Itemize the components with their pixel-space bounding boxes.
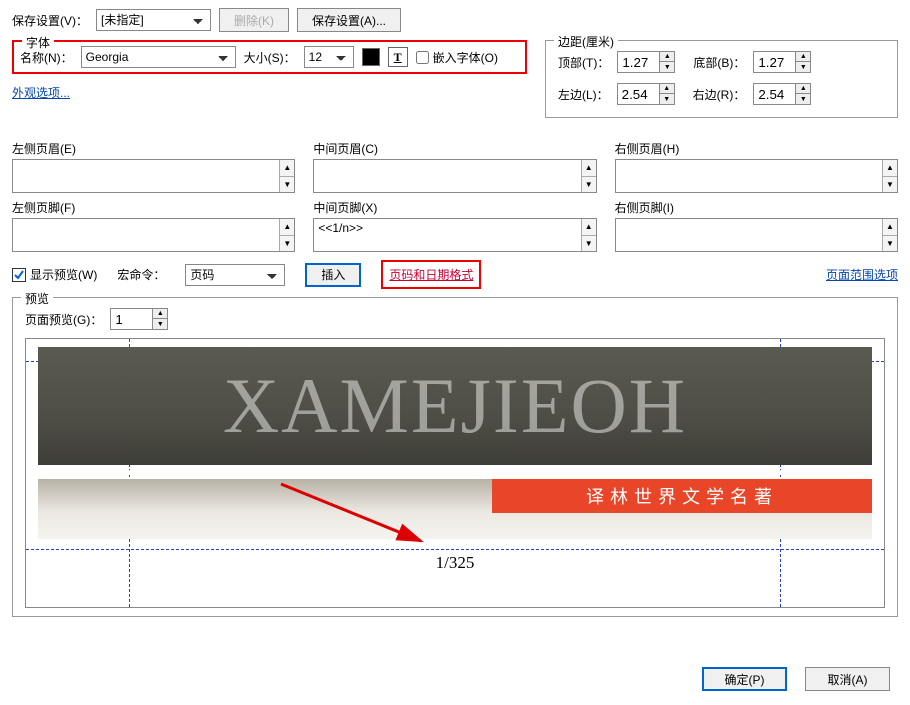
margin-right-spinner[interactable]: ▲▼ bbox=[753, 83, 811, 105]
tear-edge bbox=[38, 465, 872, 475]
dialog-buttons: 确定(P) 取消(A) bbox=[702, 667, 890, 691]
preview-header-image: XAMEJIEOH bbox=[38, 347, 872, 465]
appearance-options-link[interactable]: 外观选项... bbox=[12, 86, 70, 100]
margins-fieldset: 边距(厘米) 顶部(T)： ▲▼ 底部(B)： ▲▼ 左边(L)： bbox=[545, 40, 898, 118]
save-as-button[interactable]: 保存设置(A)... bbox=[297, 8, 401, 32]
ok-button[interactable]: 确定(P) bbox=[702, 667, 787, 691]
preview-banner: 译林世界文学名著 bbox=[492, 479, 872, 513]
right-footer-label: 右侧页脚(I) bbox=[615, 199, 898, 216]
spin-up-icon[interactable]: ▲ bbox=[796, 52, 810, 62]
margin-bottom-label: 底部(B)： bbox=[693, 54, 745, 71]
margin-left-label: 左边(L)： bbox=[558, 86, 609, 103]
margin-top-spinner[interactable]: ▲▼ bbox=[617, 51, 675, 73]
spin-up-icon[interactable]: ▲ bbox=[883, 160, 897, 177]
right-header-label: 右侧页眉(H) bbox=[615, 140, 898, 157]
margins-legend: 边距(厘米) bbox=[554, 33, 618, 50]
macro-select[interactable]: 页码 bbox=[185, 264, 285, 286]
spin-up-icon[interactable]: ▲ bbox=[582, 160, 596, 177]
page-range-options-link[interactable]: 页面范围选项 bbox=[826, 266, 898, 283]
page-preview-spinner[interactable]: ▲▼ bbox=[110, 308, 168, 330]
page-date-format-link[interactable]: 页码和日期格式 bbox=[389, 268, 473, 282]
spin-down-icon[interactable]: ▼ bbox=[582, 236, 596, 252]
left-footer-input[interactable] bbox=[13, 219, 279, 251]
margin-left-spinner[interactable]: ▲▼ bbox=[617, 83, 675, 105]
font-name-select[interactable]: Georgia bbox=[81, 46, 236, 68]
cancel-button[interactable]: 取消(A) bbox=[805, 667, 890, 691]
underline-icon[interactable]: T bbox=[388, 47, 408, 67]
spin-up-icon[interactable]: ▲ bbox=[153, 309, 167, 319]
spin-down-icon[interactable]: ▼ bbox=[883, 177, 897, 193]
spin-down-icon[interactable]: ▼ bbox=[280, 236, 294, 252]
embed-font-checkbox[interactable]: 嵌入字体(O) bbox=[416, 49, 498, 66]
spin-up-icon[interactable]: ▲ bbox=[883, 219, 897, 236]
margin-right-label: 右边(R)： bbox=[693, 86, 746, 103]
margin-top-label: 顶部(T)： bbox=[558, 54, 609, 71]
insert-button[interactable]: 插入 bbox=[305, 263, 361, 287]
margin-bottom-spinner[interactable]: ▲▼ bbox=[753, 51, 811, 73]
spin-up-icon[interactable]: ▲ bbox=[796, 84, 810, 94]
macro-label: 宏命令： bbox=[117, 266, 165, 283]
spin-up-icon[interactable]: ▲ bbox=[280, 160, 294, 177]
delete-button: 删除(K) bbox=[219, 8, 289, 32]
guide-horizontal bbox=[26, 549, 884, 550]
font-size-select[interactable]: 12 bbox=[304, 46, 354, 68]
center-header-input[interactable] bbox=[314, 160, 580, 192]
checkbox-checked-icon bbox=[12, 268, 26, 282]
spin-down-icon[interactable]: ▼ bbox=[153, 319, 167, 329]
font-fieldset: 字体 名称(N)： Georgia 大小(S)： 12 T 嵌入字体(O) bbox=[12, 40, 527, 74]
spin-down-icon[interactable]: ▼ bbox=[660, 94, 674, 104]
spin-down-icon[interactable]: ▼ bbox=[280, 177, 294, 193]
center-header-label: 中间页眉(C) bbox=[313, 140, 596, 157]
preview-header-text: XAMEJIEOH bbox=[223, 361, 687, 451]
center-footer-input[interactable] bbox=[314, 219, 580, 251]
spin-up-icon[interactable]: ▲ bbox=[280, 219, 294, 236]
save-settings-row: 保存设置(V)： [未指定] 删除(K) 保存设置(A)... bbox=[12, 8, 898, 32]
show-preview-checkbox[interactable]: 显示预览(W) bbox=[12, 266, 97, 283]
center-footer-label: 中间页脚(X) bbox=[313, 199, 596, 216]
spin-down-icon[interactable]: ▼ bbox=[582, 177, 596, 193]
spin-down-icon[interactable]: ▼ bbox=[796, 62, 810, 72]
left-header-label: 左侧页眉(E) bbox=[12, 140, 295, 157]
spin-down-icon[interactable]: ▼ bbox=[796, 94, 810, 104]
save-settings-select[interactable]: [未指定] bbox=[96, 9, 211, 31]
font-color-swatch[interactable] bbox=[362, 48, 380, 66]
right-footer-input[interactable] bbox=[616, 219, 882, 251]
preview-page-number: 1/325 bbox=[26, 553, 884, 573]
font-name-label: 名称(N)： bbox=[20, 49, 73, 66]
font-legend: 字体 bbox=[22, 34, 54, 51]
page-preview-label: 页面预览(G)： bbox=[25, 311, 102, 328]
spin-up-icon[interactable]: ▲ bbox=[660, 52, 674, 62]
preview-legend: 预览 bbox=[21, 290, 53, 307]
save-settings-label: 保存设置(V)： bbox=[12, 12, 88, 29]
font-size-label: 大小(S)： bbox=[244, 49, 296, 66]
preview-canvas: XAMEJIEOH 译林世界文学名著 1/325 bbox=[25, 338, 885, 608]
preview-footer-image: 译林世界文学名著 bbox=[38, 479, 872, 539]
spin-up-icon[interactable]: ▲ bbox=[660, 84, 674, 94]
left-header-input[interactable] bbox=[13, 160, 279, 192]
left-footer-label: 左侧页脚(F) bbox=[12, 199, 295, 216]
spin-down-icon[interactable]: ▼ bbox=[883, 236, 897, 252]
spin-up-icon[interactable]: ▲ bbox=[582, 219, 596, 236]
preview-fieldset: 预览 页面预览(G)： ▲▼ XAMEJIEOH 译林世界文学名著 1/325 bbox=[12, 297, 898, 617]
spin-down-icon[interactable]: ▼ bbox=[660, 62, 674, 72]
right-header-input[interactable] bbox=[616, 160, 882, 192]
